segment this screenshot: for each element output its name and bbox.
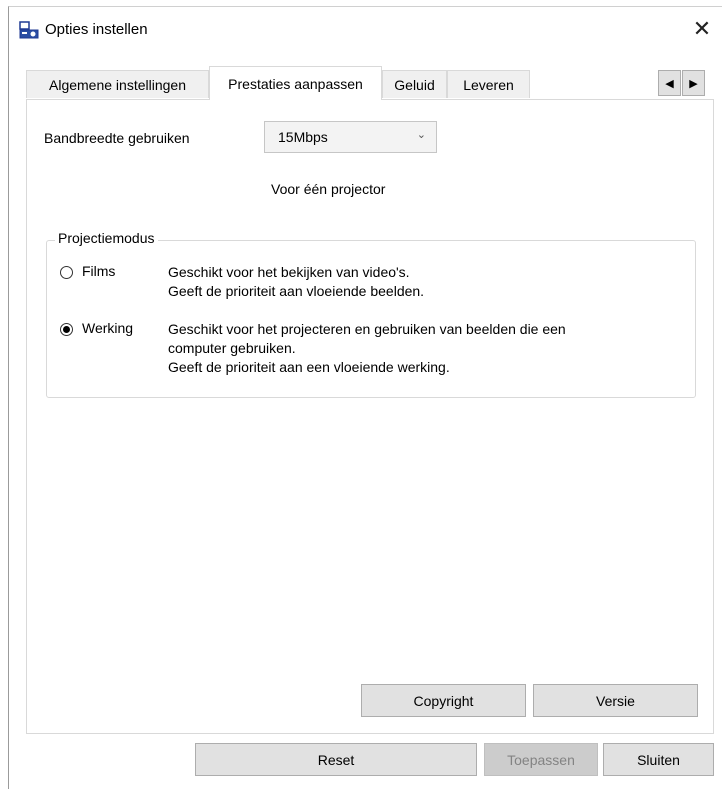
tab-strip: Algemene instellingen Prestaties aanpass… [26, 66, 714, 100]
radio-werking-label[interactable]: Werking [82, 320, 133, 336]
tab-sound[interactable]: Geluid [382, 70, 447, 98]
close-button[interactable]: Sluiten [603, 743, 714, 776]
werking-description-line-2: computer gebruiken. [168, 340, 296, 356]
tab-scroll-right-icon[interactable]: ▶ [682, 70, 705, 96]
bandwidth-label: Bandbreedte gebruiken [44, 130, 190, 146]
radio-films-label[interactable]: Films [82, 263, 115, 279]
radio-films-button[interactable] [60, 266, 73, 279]
projector-app-icon [19, 21, 39, 39]
version-button[interactable]: Versie [533, 684, 698, 717]
projection-mode-group: Projectiemodus Films Geschikt voor het b… [46, 230, 696, 398]
tab-scroll-left-icon[interactable]: ◀ [658, 70, 681, 96]
projection-mode-legend: Projectiemodus [55, 230, 158, 246]
apply-button[interactable]: Toepassen [484, 743, 598, 776]
films-description: Geschikt voor het bekijken van video's. … [168, 263, 424, 301]
radio-films[interactable]: Films [60, 263, 115, 279]
werking-description: Geschikt voor het projecteren en gebruik… [168, 320, 566, 377]
films-description-line-1: Geschikt voor het bekijken van video's. [168, 264, 410, 280]
tab-adjust-performance[interactable]: Prestaties aanpassen [209, 66, 382, 100]
radio-werking[interactable]: Werking [60, 320, 133, 336]
films-description-line-2: Geeft de prioriteit aan vloeiende beelde… [168, 283, 425, 299]
close-icon[interactable]: ✕ [682, 9, 722, 49]
performance-tab-panel: Bandbreedte gebruiken 15Mbps ⌄ Voor één … [26, 99, 714, 734]
werking-description-line-1: Geschikt voor het projecteren en gebruik… [168, 321, 566, 337]
copyright-button[interactable]: Copyright [361, 684, 526, 717]
reset-button[interactable]: Reset [195, 743, 477, 776]
title-bar: Opties instellen ✕ [9, 7, 722, 53]
options-dialog: Opties instellen ✕ Algemene instellingen… [8, 6, 722, 789]
tab-deliver[interactable]: Leveren [447, 70, 530, 98]
tab-general-settings[interactable]: Algemene instellingen [26, 70, 209, 98]
chevron-down-icon: ⌄ [416, 129, 426, 141]
bandwidth-value: 15Mbps [278, 129, 328, 145]
radio-werking-button[interactable] [60, 323, 73, 336]
werking-description-line-3: Geeft de prioriteit aan een vloeiende we… [168, 359, 450, 375]
bandwidth-select[interactable]: 15Mbps ⌄ [264, 121, 437, 153]
bandwidth-note: Voor één projector [271, 181, 386, 197]
window-title: Opties instellen [45, 21, 148, 38]
